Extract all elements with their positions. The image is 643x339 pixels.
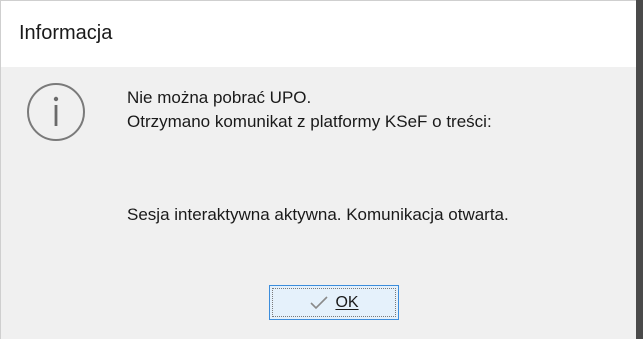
check-icon [310,295,329,309]
ok-button[interactable]: OK [269,285,399,320]
info-icon [27,83,85,141]
focus-rectangle [272,288,396,317]
message-line-3: Sesja interaktywna aktywna. Komunikacja … [127,205,509,224]
message-line-2: Otrzymano komunikat z platformy KSeF o t… [127,112,492,131]
ok-button-label: OK [335,293,359,311]
dialog-body: Nie można pobrać UPO. Otrzymano komunika… [0,67,636,339]
message-dialog: Informacja Nie można pobrać UPO. Otrzyma… [0,0,643,339]
message-line-1: Nie można pobrać UPO. [127,88,312,107]
title-bar: Informacja [0,0,636,67]
window-edge [636,0,643,339]
dialog-title: Informacja [19,22,113,44]
